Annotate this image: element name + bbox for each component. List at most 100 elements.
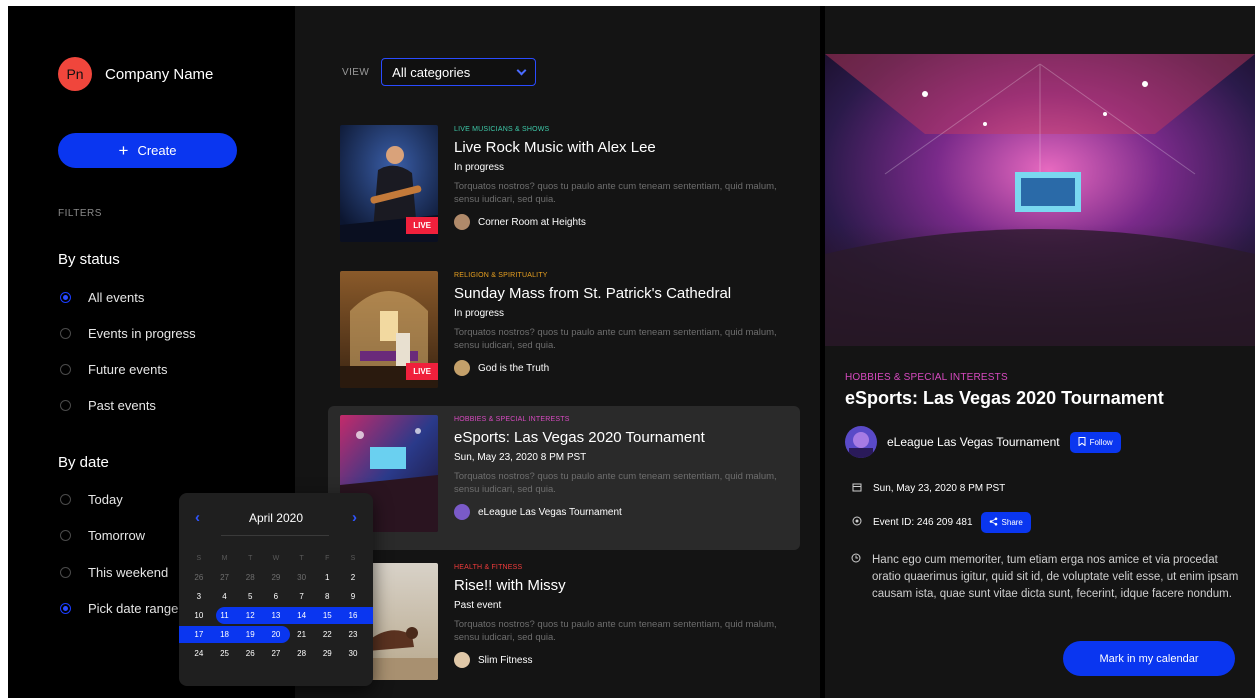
- calendar-week-row: 26 27 28 29 30 1 2: [186, 568, 366, 587]
- event-host[interactable]: eLeague Las Vegas Tournament: [454, 504, 794, 520]
- radio-checked-icon[interactable]: [60, 603, 71, 614]
- calendar-day[interactable]: 16: [340, 611, 366, 620]
- status-option-in-progress[interactable]: Events in progress: [60, 326, 196, 341]
- event-category: HEALTH & FITNESS: [454, 564, 523, 571]
- calendar-day[interactable]: 1: [314, 573, 340, 582]
- date-option-label: This weekend: [88, 565, 169, 580]
- calendar-day[interactable]: 23: [340, 630, 366, 639]
- calendar-day[interactable]: 28: [289, 649, 315, 658]
- radio-icon[interactable]: [60, 494, 71, 505]
- event-card[interactable]: LIVE LIVE MUSICIANS & SHOWS Live Rock Mu…: [328, 116, 800, 260]
- follow-button[interactable]: Follow: [1069, 431, 1121, 453]
- filters-heading: FILTERS: [58, 208, 102, 219]
- calendar-day[interactable]: 12: [237, 611, 263, 620]
- brand[interactable]: Pn Company Name: [58, 57, 213, 91]
- host-avatar: [454, 360, 470, 376]
- plus-icon: +: [118, 141, 129, 160]
- status-option-future[interactable]: Future events: [60, 362, 168, 377]
- event-status: In progress: [454, 308, 505, 319]
- mark-in-calendar-button[interactable]: Mark in my calendar: [1063, 641, 1235, 676]
- calendar-day[interactable]: 15: [314, 611, 340, 620]
- calendar-day[interactable]: 11: [212, 611, 238, 620]
- calendar-day[interactable]: 14: [289, 611, 315, 620]
- event-card[interactable]: HEALTH & FITNESS Rise!! with Missy Past …: [328, 554, 800, 698]
- calendar-weekday: T: [299, 555, 304, 562]
- detail-event-id: Event ID: 246 209 481 Share: [851, 512, 1031, 533]
- event-hero-image: [825, 54, 1255, 346]
- calendar-day[interactable]: 30: [289, 573, 315, 582]
- calendar-day[interactable]: 29: [314, 649, 340, 658]
- calendar-day[interactable]: 5: [237, 592, 263, 601]
- calendar-day[interactable]: 21: [289, 630, 315, 639]
- host-avatar[interactable]: [845, 426, 877, 458]
- radio-checked-icon[interactable]: [60, 292, 71, 303]
- radio-icon[interactable]: [60, 328, 71, 339]
- date-option-weekend[interactable]: This weekend: [60, 565, 168, 580]
- category-select[interactable]: All categories: [381, 58, 537, 86]
- event-date: Sun, May 23, 2020 8 PM PST: [454, 452, 587, 463]
- create-button[interactable]: + Create: [58, 133, 237, 168]
- event-host[interactable]: Slim Fitness: [454, 652, 794, 668]
- radio-icon[interactable]: [60, 364, 71, 375]
- calendar-day[interactable]: 4: [212, 592, 238, 601]
- calendar-day[interactable]: 13: [263, 611, 289, 620]
- date-option-today[interactable]: Today: [60, 492, 123, 507]
- calendar-day[interactable]: 18: [212, 630, 238, 639]
- calendar-week-row: 17 18 19 20 21 22 23: [179, 625, 366, 644]
- calendar-day[interactable]: 3: [186, 592, 212, 601]
- calendar-day[interactable]: 27: [212, 573, 238, 582]
- status-option-past[interactable]: Past events: [60, 398, 156, 413]
- status-option-all[interactable]: All events: [60, 290, 144, 305]
- target-icon: [851, 516, 863, 529]
- status-option-label: Events in progress: [88, 326, 196, 341]
- share-button[interactable]: Share: [980, 512, 1031, 533]
- calendar-day[interactable]: 22: [314, 630, 340, 639]
- calendar-day[interactable]: 19: [237, 630, 263, 639]
- event-host-name: Slim Fitness: [478, 654, 533, 666]
- detail-host-name[interactable]: eLeague Las Vegas Tournament: [887, 435, 1060, 449]
- calendar-week-row: 10 11 12 13 14 15 16: [186, 606, 373, 625]
- share-icon: [989, 517, 998, 528]
- radio-icon[interactable]: [60, 530, 71, 541]
- calendar-day[interactable]: 20: [263, 630, 289, 639]
- event-card[interactable]: LIVE RELIGION & SPIRITUALITY Sunday Mass…: [328, 262, 800, 406]
- event-host[interactable]: Corner Room at Heights: [454, 214, 794, 230]
- event-description: Torquatos nostros? quos tu paulo ante cu…: [454, 327, 777, 351]
- calendar-day[interactable]: 17: [186, 630, 212, 639]
- calendar-day[interactable]: 2: [340, 573, 366, 582]
- date-range-picker[interactable]: ‹ April 2020 › S M T W T F S 26 27 28 29 30 1 2 3 4 5 6 7 8…: [179, 493, 373, 686]
- date-group-title: By date: [58, 454, 109, 471]
- calendar-day[interactable]: 28: [237, 573, 263, 582]
- app-frame: Pn Company Name + Create FILTERS By stat…: [8, 6, 1255, 698]
- event-host-name: God is the Truth: [478, 362, 550, 374]
- calendar-day[interactable]: 24: [186, 649, 212, 658]
- calendar-weekday: M: [221, 555, 228, 562]
- calendar-day[interactable]: 26: [186, 573, 212, 582]
- calendar-day[interactable]: 26: [237, 649, 263, 658]
- calendar-weekday: T: [248, 555, 253, 562]
- event-card-selected[interactable]: HOBBIES & SPECIAL INTERESTS eSports: Las…: [328, 406, 800, 550]
- date-option-range[interactable]: Pick date range: [60, 601, 178, 616]
- live-badge: LIVE: [406, 363, 438, 380]
- calendar-day[interactable]: 29: [263, 573, 289, 582]
- radio-icon[interactable]: [60, 400, 71, 411]
- event-host[interactable]: God is the Truth: [454, 360, 794, 376]
- calendar-grid: S M T W T F S 26 27 28 29 30 1 2 3 4 5 6 7 8 9 10 11 12 13 14 15 16…: [179, 549, 373, 663]
- date-option-tomorrow[interactable]: Tomorrow: [60, 528, 145, 543]
- event-thumbnail-concert: LIVE: [340, 125, 438, 242]
- event-category: LIVE MUSICIANS & SHOWS: [454, 126, 550, 133]
- calendar-day[interactable]: 8: [314, 592, 340, 601]
- calendar-day[interactable]: 7: [289, 592, 315, 601]
- calendar-weekday: W: [272, 555, 280, 562]
- calendar-day[interactable]: 25: [212, 649, 238, 658]
- date-option-label: Today: [88, 492, 123, 507]
- radio-icon[interactable]: [60, 567, 71, 578]
- calendar-day[interactable]: 27: [263, 649, 289, 658]
- calendar-day[interactable]: 10: [186, 611, 212, 620]
- calendar-day[interactable]: 6: [263, 592, 289, 601]
- category-select-value: All categories: [392, 64, 471, 80]
- chevron-right-icon[interactable]: ›: [352, 509, 357, 526]
- calendar-day[interactable]: 30: [340, 649, 366, 658]
- calendar-day[interactable]: 9: [340, 592, 366, 601]
- event-description: Torquatos nostros? quos tu paulo ante cu…: [454, 619, 777, 643]
